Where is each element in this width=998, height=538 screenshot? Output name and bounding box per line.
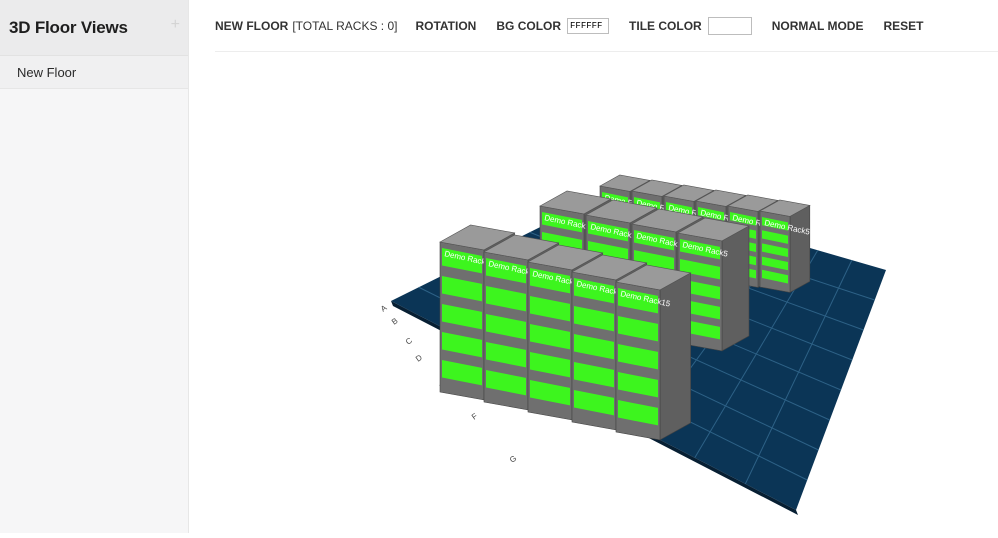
bg-color-label: BG COLOR (496, 18, 562, 33)
row-label: D (414, 353, 424, 364)
rack-side (721, 225, 750, 352)
total-racks-count: [TOTAL RACKS : 0] (292, 18, 398, 33)
row-label: B (390, 316, 400, 326)
sidebar-title: 3D Floor Views (9, 17, 128, 37)
row-label: G (508, 454, 518, 465)
rack: Demo Rack15 (615, 264, 692, 441)
row-label: F (470, 411, 479, 421)
sidebar-item-new-floor[interactable]: New Floor (0, 56, 188, 89)
row-label: C (404, 336, 414, 347)
floor-toolbar: NEW FLOOR [TOTAL RACKS : 0] ROTATION BG … (215, 0, 998, 52)
floor-name: NEW FLOOR (215, 18, 289, 33)
tile-color-swatch[interactable] (707, 16, 752, 35)
reset-button[interactable]: RESET (883, 19, 923, 33)
bg-color-input[interactable] (567, 17, 610, 34)
floor-list-sidebar: 3D Floor Views + New Floor (0, 0, 189, 533)
3d-floor-viewport[interactable]: ABCDEFG Demo Rack10Demo Rack9Demo Rack8D… (189, 53, 998, 533)
sidebar-header: 3D Floor Views + (0, 0, 188, 56)
rack-side (789, 204, 811, 293)
rotation-button[interactable]: ROTATION (415, 19, 476, 33)
tile-color-label: TILE COLOR (629, 18, 702, 33)
plus-icon[interactable]: + (171, 16, 180, 34)
row-label: A (379, 303, 389, 314)
rack: Demo Rack5 (759, 199, 811, 293)
floor-scene[interactable]: ABCDEFG Demo Rack10Demo Rack9Demo Rack8D… (189, 53, 998, 533)
normal-mode-button[interactable]: NORMAL MODE (772, 19, 864, 33)
sidebar-item-label: New Floor (17, 64, 77, 80)
